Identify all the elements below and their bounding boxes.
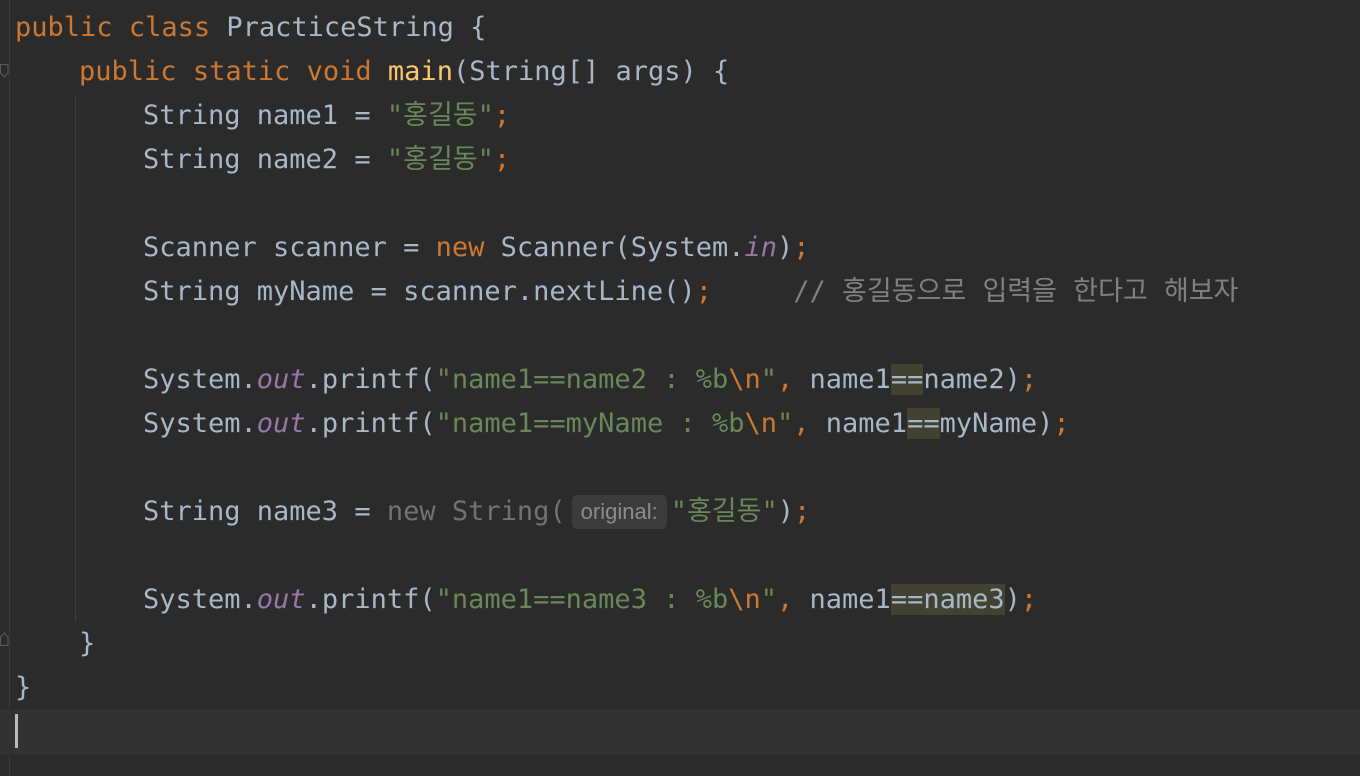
code-line-print3[interactable]: System.out.printf("name1==name3 : %b\n",…	[143, 578, 1037, 622]
indent-guide	[75, 96, 76, 622]
semicolon: ;	[1053, 408, 1070, 439]
printf-call: .printf(	[305, 364, 436, 395]
text-caret	[15, 714, 18, 748]
static-field-out: out	[256, 584, 306, 615]
main-params: (String[] args) {	[452, 56, 730, 87]
operand-right: myName	[939, 408, 1038, 439]
code-line-main-declaration[interactable]: public static void main(String[] args) {	[79, 50, 729, 94]
scanner-constructor: Scanner(System.	[484, 232, 745, 263]
printf-call: .printf(	[305, 408, 436, 439]
static-field-out: out	[256, 364, 306, 395]
name1-declaration: String name1 =	[143, 100, 387, 131]
operand-left: name1	[793, 584, 891, 615]
keyword-static: static	[192, 56, 291, 87]
operand-right-highlight: name3	[923, 584, 1005, 615]
code-line-class-close[interactable]: }	[15, 666, 31, 710]
semicolon: ;	[493, 100, 511, 131]
escape-sequence: \n	[728, 584, 761, 615]
format-string-end: "	[777, 408, 794, 439]
static-field-out: out	[256, 408, 306, 439]
semicolon: ;	[493, 144, 511, 175]
code-editor[interactable]: public class PracticeString { public sta…	[0, 0, 1360, 776]
string-literal: "홍길동"	[386, 100, 494, 131]
close-paren: )	[1037, 408, 1054, 439]
current-line-highlight	[0, 710, 1360, 754]
format-string-end: "	[760, 364, 778, 395]
code-line-print1[interactable]: System.out.printf("name1==name2 : %b\n",…	[143, 358, 1037, 402]
format-string: "name1==myName : %b	[435, 408, 745, 439]
code-line-print2[interactable]: System.out.printf("name1==myName : %b\n"…	[143, 402, 1070, 446]
comma: ,	[777, 584, 794, 615]
closing-brace: }	[15, 672, 32, 703]
equality-operator-highlight: ==	[907, 408, 940, 439]
code-line-class-declaration[interactable]: public class PracticeString {	[15, 6, 486, 50]
keyword-public: public	[79, 56, 177, 87]
fold-close-icon[interactable]	[0, 632, 9, 646]
escape-sequence: \n	[744, 408, 777, 439]
name2-declaration: String name2 =	[143, 144, 387, 175]
operand-right: name2	[923, 364, 1005, 395]
redundant-constructor: new String(	[386, 496, 566, 527]
code-line-name1[interactable]: String name1 = "홍길동";	[143, 94, 510, 138]
semicolon: ;	[794, 496, 811, 527]
system-object: System.	[143, 584, 257, 615]
string-literal: "홍길동"	[670, 496, 778, 527]
printf-call: .printf(	[305, 584, 436, 615]
keyword-public: public	[15, 12, 113, 43]
comma: ,	[793, 408, 810, 439]
close-paren: )	[777, 496, 794, 527]
keyword-class: class	[128, 12, 211, 43]
system-object: System.	[143, 408, 257, 439]
format-string-end: "	[760, 584, 778, 615]
parameter-hint: original:	[571, 495, 667, 529]
format-string: "name1==name3 : %b	[435, 584, 729, 615]
system-object: System.	[143, 364, 257, 395]
gutter	[0, 0, 10, 776]
equality-operator-highlight: ==	[890, 584, 924, 615]
code-line-name2[interactable]: String name2 = "홍길동";	[143, 138, 510, 182]
code-line-scanner[interactable]: Scanner scanner = new Scanner(System.in)…	[143, 226, 810, 270]
string-literal: "홍길동"	[386, 144, 494, 175]
name3-declaration: String name3 =	[143, 496, 387, 527]
equality-operator-highlight: ==	[890, 364, 924, 395]
operand-left: name1	[793, 364, 891, 395]
comma: ,	[777, 364, 794, 395]
format-string: "name1==name2 : %b	[435, 364, 729, 395]
close-paren: )	[1004, 584, 1021, 615]
closing-brace: }	[79, 628, 96, 659]
code-line-method-close[interactable]: }	[79, 622, 95, 666]
static-field-in: in	[744, 232, 777, 263]
operand-left: name1	[809, 408, 908, 439]
code-line-myname[interactable]: String myName = scanner.nextLine(); // 홍…	[143, 270, 1239, 314]
escape-sequence: \n	[728, 364, 761, 395]
keyword-new: new	[435, 232, 485, 263]
myname-declaration: String myName = scanner.nextLine()	[143, 276, 696, 307]
scanner-declaration: Scanner scanner =	[143, 232, 436, 263]
class-name: PracticeString {	[210, 12, 487, 43]
semicolon: ;	[1020, 364, 1038, 395]
close-paren: )	[1004, 364, 1021, 395]
method-name-main: main	[387, 56, 453, 87]
semicolon: ;	[793, 232, 810, 263]
code-line-name3[interactable]: String name3 = new String(original: "홍길동"…	[143, 490, 810, 534]
keyword-void: void	[306, 56, 372, 87]
fold-open-icon[interactable]	[0, 64, 9, 78]
semicolon: ;	[1020, 584, 1038, 615]
close-paren: )	[777, 232, 794, 263]
line-comment: // 홍길동으로 입력을 한다고 해보자	[793, 276, 1239, 307]
semicolon: ;	[695, 276, 712, 307]
